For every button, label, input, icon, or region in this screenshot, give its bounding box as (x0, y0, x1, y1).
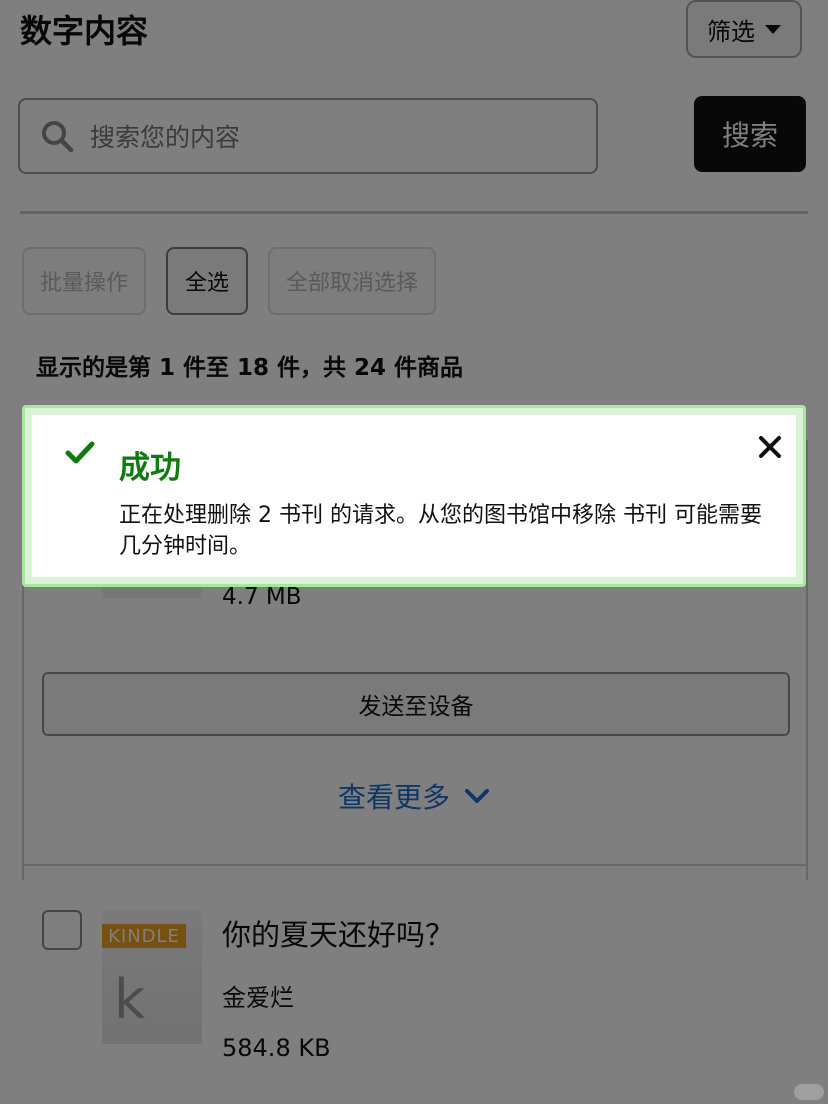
success-alert: 成功 正在处理删除 2 书刊 的请求。从您的图书馆中移除 书刊 可能需要几分钟时… (22, 405, 806, 587)
alert-title: 成功 (119, 450, 181, 486)
check-icon (65, 441, 95, 464)
digital-content-page: 数字内容 筛选 搜索您的内容 搜索 批量操作 全选 全部取消选择 显示的是第 1… (0, 0, 828, 1104)
close-icon[interactable] (755, 432, 785, 462)
watermark (794, 1084, 824, 1100)
alert-message: 正在处理删除 2 书刊 的请求。从您的图书馆中移除 书刊 可能需要几分钟时间。 (119, 503, 762, 559)
